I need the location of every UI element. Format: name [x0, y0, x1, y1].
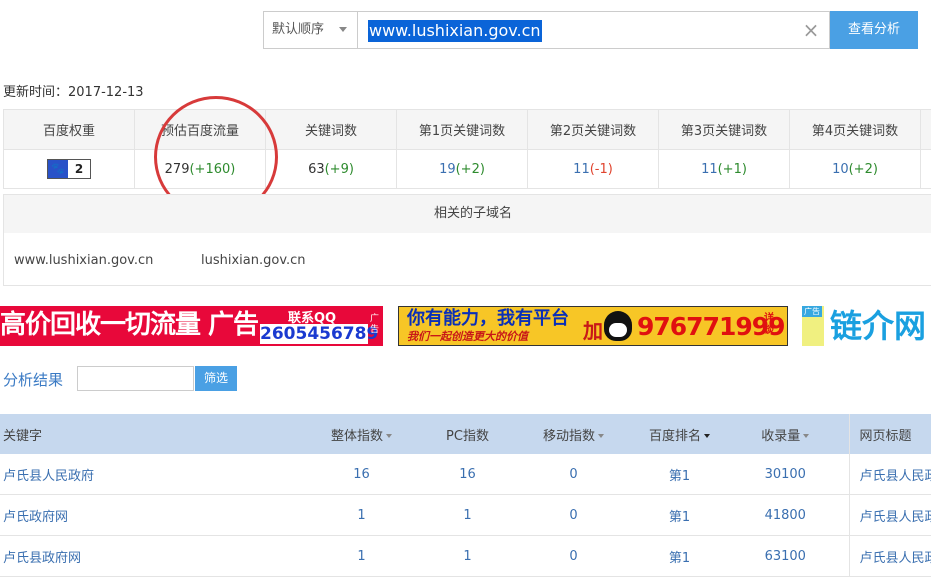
stats-table: 百度权重 预估百度流量 关键词数 第1页关键词数 第2页关键词数 第3页关键词数… — [3, 109, 931, 189]
page3-cell[interactable]: 11(+1) — [659, 150, 790, 189]
paw-icon: 🐾 — [48, 160, 68, 178]
ad3-text: 链介网 — [830, 306, 926, 346]
baidu-weight-cell: 🐾 2 — [4, 150, 135, 189]
col-keyword: 关键字 — [0, 414, 298, 454]
baidu-weight-badge[interactable]: 🐾 2 — [47, 159, 91, 179]
ad2-line1: 你有能力，我有平台 — [407, 308, 569, 330]
col-rank[interactable]: 百度排名 — [637, 414, 722, 454]
update-time: 更新时间：2017-12-13 — [3, 81, 144, 100]
indexed-value[interactable]: 30100 — [722, 454, 849, 495]
rank-value[interactable]: 第1 — [637, 454, 722, 495]
ad-tag: 广告 — [370, 314, 382, 336]
order-select-label: 默认顺序 — [272, 22, 324, 37]
chevron-down-icon — [339, 27, 347, 32]
mobile-value[interactable]: 0 — [510, 495, 637, 536]
pc-value[interactable]: 1 — [425, 495, 510, 536]
ad-banner-lianjie[interactable]: 广告 链介网 — [802, 306, 931, 346]
sort-icon — [386, 434, 392, 438]
title-link[interactable]: 卢氏县人民政府 — [849, 454, 931, 495]
pc-value[interactable]: 1 — [425, 536, 510, 577]
ad-banner-platform[interactable]: 你有能力，我有平台 我们一起创造更大的价值 加 976771999 详谈 — [398, 306, 788, 346]
indexed-value[interactable]: 41800 — [722, 495, 849, 536]
ad2-line2: 我们一起创造更大的价值 — [407, 330, 528, 344]
table-header-row: 关键字 整体指数 PC指数 移动指数 百度排名 收录量 网页标题 — [0, 414, 931, 454]
header-page1: 第1页关键词数 — [397, 110, 528, 150]
keyword-link[interactable]: 卢氏县人民政府 — [0, 454, 298, 495]
pc-value[interactable]: 16 — [425, 454, 510, 495]
keywords-table: 关键字 整体指数 PC指数 移动指数 百度排名 收录量 网页标题 卢氏县人民政府… — [0, 414, 931, 577]
title-link[interactable]: 卢氏县人民政府 — [849, 536, 931, 577]
col-title: 网页标题 — [849, 414, 931, 454]
title-link[interactable]: 卢氏县人民政府 — [849, 495, 931, 536]
extra-cell — [921, 150, 931, 189]
table-row: 卢氏县人民政府 16 16 0 第1 30100 卢氏县人民政府 — [0, 454, 931, 495]
table-row: 卢氏县政府网 1 1 0 第1 63100 卢氏县人民政府 — [0, 536, 931, 577]
filter-button[interactable]: 筛选 — [195, 366, 237, 391]
subdomain-link[interactable]: lushixian.gov.cn — [201, 253, 306, 268]
keyword-link[interactable]: 卢氏政府网 — [0, 495, 298, 536]
ad-tag: 详谈 — [764, 313, 778, 337]
header-baidu-weight: 百度权重 — [4, 110, 135, 150]
ad1-qq-box: 联系QQ 2605456789 — [258, 306, 368, 346]
analyze-button[interactable]: 查看分析 — [830, 11, 918, 49]
overall-value[interactable]: 1 — [298, 495, 425, 536]
order-select[interactable]: 默认顺序 — [263, 11, 358, 49]
overall-value[interactable]: 1 — [298, 536, 425, 577]
mobile-value[interactable]: 0 — [510, 454, 637, 495]
ad2-jia: 加 — [583, 315, 603, 344]
overall-value[interactable]: 16 — [298, 454, 425, 495]
subdomain-title: 相关的子域名 — [4, 195, 931, 233]
page2-cell[interactable]: 11(-1) — [528, 150, 659, 189]
header-page4: 第4页关键词数 — [790, 110, 921, 150]
indexed-value[interactable]: 63100 — [722, 536, 849, 577]
keywords-cell[interactable]: 63(+9) — [266, 150, 397, 189]
rank-value[interactable]: 第1 — [637, 495, 722, 536]
penguin-icon — [604, 311, 632, 341]
col-mobile[interactable]: 移动指数 — [510, 414, 637, 454]
clear-icon[interactable]: × — [802, 18, 820, 42]
url-input-value: www.lushixian.gov.cn — [368, 20, 542, 42]
page1-cell[interactable]: 19(+2) — [397, 150, 528, 189]
ad2-number: 976771999 — [637, 312, 785, 342]
ad-banner-recycle[interactable]: 高价回收一切流量 广告资源 联系QQ 2605456789 广告 — [0, 306, 383, 346]
sort-icon — [598, 434, 604, 438]
filter-input[interactable] — [77, 366, 194, 391]
col-pc: PC指数 — [425, 414, 510, 454]
header-page3: 第3页关键词数 — [659, 110, 790, 150]
url-input[interactable]: www.lushixian.gov.cn — [358, 11, 830, 49]
header-page2: 第2页关键词数 — [528, 110, 659, 150]
keyword-link[interactable]: 卢氏县政府网 — [0, 536, 298, 577]
mobile-value[interactable]: 0 — [510, 536, 637, 577]
ad1-qq-number: 2605456789 — [260, 324, 368, 344]
analysis-result-label: 分析结果 — [3, 369, 63, 390]
subdomain-link[interactable]: www.lushixian.gov.cn — [14, 253, 153, 268]
table-row: 卢氏政府网 1 1 0 第1 41800 卢氏县人民政府 — [0, 495, 931, 536]
sort-icon — [803, 434, 809, 438]
ad-tag: 广告 — [802, 306, 822, 317]
col-overall[interactable]: 整体指数 — [298, 414, 425, 454]
baidu-weight-value: 2 — [68, 160, 90, 178]
rank-value[interactable]: 第1 — [637, 536, 722, 577]
page4-cell[interactable]: 10(+2) — [790, 150, 921, 189]
header-keywords: 关键词数 — [266, 110, 397, 150]
sort-icon — [704, 434, 710, 438]
col-indexed[interactable]: 收录量 — [722, 414, 849, 454]
header-extra — [921, 110, 931, 150]
